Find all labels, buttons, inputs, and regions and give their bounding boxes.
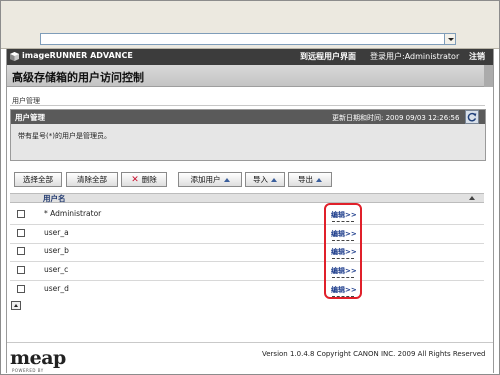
row-divider <box>10 280 484 281</box>
arrow-up-icon <box>14 304 18 307</box>
footer-divider <box>7 342 493 343</box>
user-name: * Administrator <box>44 209 102 218</box>
row-checkbox[interactable] <box>17 210 25 218</box>
chevron-down-icon <box>448 38 454 41</box>
select-all-button[interactable]: 选择全部 <box>14 172 62 187</box>
row-divider <box>10 243 484 244</box>
clear-all-button[interactable]: 清除全部 <box>66 172 118 187</box>
row-checkbox[interactable] <box>17 285 25 293</box>
info-panel-title: 用户管理 <box>15 113 45 122</box>
sort-arrow-icon[interactable] <box>469 196 475 200</box>
admin-note: 带有星号(*)的用户是管理员。 <box>18 132 111 140</box>
browser-toolbar-area <box>1 1 499 29</box>
row-divider <box>10 261 484 262</box>
version-copyright: Version 1.0.4.8 Copyright CANON INC. 200… <box>262 350 486 358</box>
row-checkbox[interactable] <box>17 266 25 274</box>
refresh-button[interactable] <box>465 110 479 124</box>
row-checkbox[interactable] <box>17 229 25 237</box>
row-checkbox[interactable] <box>17 247 25 255</box>
title-band-edge <box>484 65 493 87</box>
export-button[interactable]: 导出 <box>288 172 332 187</box>
product-name: imageRUNNER ADVANCE <box>22 51 133 60</box>
scroll-to-top-button[interactable] <box>11 301 21 310</box>
import-button[interactable]: 导入 <box>245 172 285 187</box>
login-user-label: 登录用户:Administrator <box>370 52 460 61</box>
delete-label: 删除 <box>141 175 157 184</box>
row-divider <box>10 224 484 225</box>
refresh-icon <box>467 112 477 122</box>
user-name: user_a <box>44 228 69 237</box>
address-input[interactable] <box>40 33 456 45</box>
export-label: 导出 <box>298 175 313 184</box>
clear-all-label: 清除全部 <box>77 175 107 184</box>
logout-link[interactable]: 注销 <box>469 51 485 62</box>
address-dropdown-button[interactable] <box>444 33 456 45</box>
add-user-button[interactable]: 添加用户 <box>178 172 242 187</box>
edit-column-highlight <box>324 203 362 299</box>
canon-cube-icon <box>10 52 19 61</box>
user-name: user_d <box>44 284 69 293</box>
updated-timestamp: 更新日期和时间: 2009 09/03 12:26:56 <box>332 114 460 122</box>
page-title: 高级存储箱的用户访问控制 <box>12 71 144 84</box>
remote-ui-link[interactable]: 到远程用户界面 <box>300 51 356 62</box>
user-name: user_b <box>44 246 69 255</box>
divider <box>10 105 485 106</box>
delete-button[interactable]: ✕ 删除 <box>121 172 167 187</box>
meap-logo: meap <box>10 347 66 369</box>
table-header <box>10 193 484 203</box>
add-user-label: 添加用户 <box>190 175 221 184</box>
delete-x-icon: ✕ <box>131 175 139 185</box>
menu-triangle-icon <box>316 178 322 182</box>
meap-logo-subtitle: POWERED BY <box>12 368 44 373</box>
menu-triangle-icon <box>271 178 277 182</box>
import-label: 导入 <box>253 175 268 184</box>
column-header-username[interactable]: 用户名 <box>43 193 66 204</box>
user-name: user_c <box>44 265 69 274</box>
menu-triangle-icon <box>223 178 230 182</box>
select-all-label: 选择全部 <box>23 175 53 184</box>
